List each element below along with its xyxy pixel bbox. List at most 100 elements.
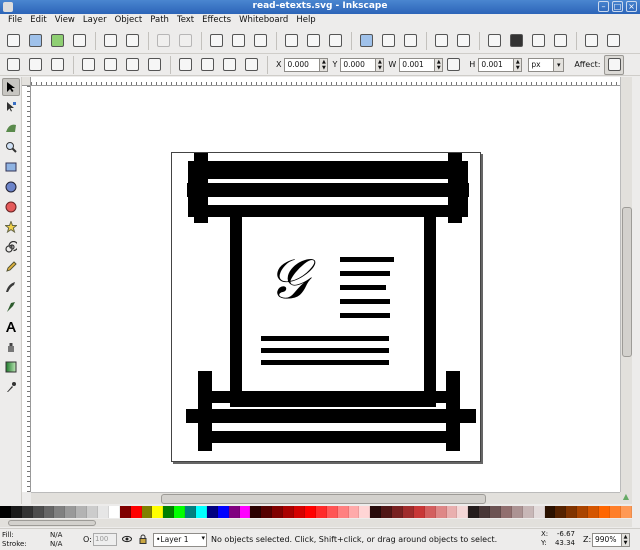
color-swatch[interactable] xyxy=(98,506,109,518)
ungroup-button[interactable] xyxy=(453,31,473,51)
color-swatch[interactable] xyxy=(348,506,360,518)
color-swatch[interactable] xyxy=(533,506,545,518)
color-swatch[interactable] xyxy=(239,506,251,518)
menu-layer[interactable]: Layer xyxy=(79,14,111,28)
color-swatch[interactable] xyxy=(130,506,142,518)
color-swatch[interactable] xyxy=(217,506,229,518)
text-font-button[interactable] xyxy=(506,31,526,51)
color-swatch[interactable] xyxy=(370,506,382,518)
h-input[interactable]: 0.001 xyxy=(478,57,515,72)
color-swatch[interactable] xyxy=(381,506,393,518)
menu-file[interactable]: File xyxy=(4,14,26,28)
document-properties-button[interactable] xyxy=(603,31,623,51)
horizontal-ruler[interactable] xyxy=(31,77,620,86)
color-swatch[interactable] xyxy=(87,506,99,518)
xml-editor-button[interactable] xyxy=(528,31,548,51)
color-swatch[interactable] xyxy=(392,506,403,518)
color-swatch[interactable] xyxy=(272,506,284,518)
dropper-tool[interactable] xyxy=(2,378,20,396)
eye-visibility-icon[interactable] xyxy=(122,534,132,544)
ellipse-tool[interactable] xyxy=(2,198,20,216)
color-swatch[interactable] xyxy=(413,506,425,518)
star-tool[interactable] xyxy=(2,218,20,236)
lock-icon[interactable] xyxy=(138,534,148,544)
close-button[interactable]: × xyxy=(626,1,637,12)
color-swatch[interactable] xyxy=(141,506,153,518)
color-swatch[interactable] xyxy=(511,506,523,518)
rotate-cw-button[interactable] xyxy=(100,55,120,75)
new-document-button[interactable] xyxy=(3,31,23,51)
color-swatch[interactable] xyxy=(206,506,218,518)
duplicate-button[interactable] xyxy=(356,31,376,51)
zoom-spinner[interactable]: ▲ ▼ xyxy=(622,533,630,547)
color-swatch[interactable] xyxy=(304,506,316,518)
menu-edit[interactable]: Edit xyxy=(26,14,50,28)
zoom-selection-button[interactable] xyxy=(281,31,301,51)
print-button[interactable] xyxy=(69,31,89,51)
menu-whiteboard[interactable]: Whiteboard xyxy=(235,14,292,28)
color-swatch[interactable] xyxy=(0,506,11,518)
calligraphy-tool[interactable] xyxy=(2,298,20,316)
etext-scroll-drawing[interactable]: 𝒢 xyxy=(172,153,482,463)
3d-box-tool[interactable] xyxy=(2,178,20,196)
save-button[interactable] xyxy=(47,31,67,51)
raise-top-button[interactable] xyxy=(241,55,261,75)
palette-scroll-thumb[interactable] xyxy=(8,520,96,526)
h-spinner[interactable]: ▲ ▼ xyxy=(514,57,523,72)
color-swatch[interactable] xyxy=(185,506,197,518)
fill-value[interactable]: N/A xyxy=(50,531,62,540)
flip-vertical-button[interactable] xyxy=(144,55,164,75)
zoom-input[interactable]: 990% xyxy=(592,533,622,547)
lock-proportions-button[interactable] xyxy=(443,55,463,75)
vertical-ruler[interactable] xyxy=(22,86,31,492)
color-swatch[interactable] xyxy=(555,506,567,518)
menu-view[interactable]: View xyxy=(51,14,79,28)
group-button[interactable] xyxy=(431,31,451,51)
w-input[interactable]: 0.001 xyxy=(399,57,436,72)
menu-object[interactable]: Object xyxy=(111,14,147,28)
document-page[interactable]: 𝒢 xyxy=(171,152,481,462)
text-tool[interactable] xyxy=(2,318,20,336)
deselect-button[interactable] xyxy=(47,55,67,75)
node-tool[interactable] xyxy=(2,98,20,116)
opacity-input[interactable]: 100 xyxy=(93,533,117,546)
color-swatch[interactable] xyxy=(174,506,186,518)
redo-button[interactable] xyxy=(175,31,195,51)
color-swatch[interactable] xyxy=(261,506,273,518)
spray-tool[interactable] xyxy=(2,338,20,356)
color-swatch[interactable] xyxy=(359,506,371,518)
cut-button[interactable] xyxy=(228,31,248,51)
select-all-button[interactable] xyxy=(3,55,23,75)
color-swatch[interactable] xyxy=(43,506,55,518)
zoom-tool[interactable] xyxy=(2,138,20,156)
horizontal-scroll-thumb[interactable] xyxy=(161,494,486,504)
align-distribute-button[interactable] xyxy=(550,31,570,51)
color-swatch[interactable] xyxy=(337,506,349,518)
rotate-ccw-button[interactable] xyxy=(78,55,98,75)
menu-effects[interactable]: Effects xyxy=(198,14,235,28)
color-swatch[interactable] xyxy=(315,506,327,518)
lower-bottom-button[interactable] xyxy=(175,55,195,75)
color-swatch[interactable] xyxy=(250,506,262,518)
color-swatch[interactable] xyxy=(609,506,621,518)
unit-select[interactable]: px xyxy=(528,57,555,72)
color-swatch[interactable] xyxy=(283,506,295,518)
color-swatch[interactable] xyxy=(424,506,436,518)
color-swatch[interactable] xyxy=(544,506,556,518)
undo-button[interactable] xyxy=(153,31,173,51)
color-swatch[interactable] xyxy=(490,506,501,518)
menu-help[interactable]: Help xyxy=(292,14,319,28)
fill-stroke-button[interactable] xyxy=(484,31,504,51)
open-button[interactable] xyxy=(25,31,45,51)
color-swatch[interactable] xyxy=(108,506,120,518)
color-swatch[interactable] xyxy=(446,506,458,518)
color-swatch[interactable] xyxy=(402,506,414,518)
selector-tool[interactable] xyxy=(2,78,20,96)
clone-button[interactable] xyxy=(378,31,398,51)
color-swatch[interactable] xyxy=(598,506,610,518)
color-swatch[interactable] xyxy=(76,506,88,518)
flip-horizontal-button[interactable] xyxy=(122,55,142,75)
color-swatch[interactable] xyxy=(468,506,480,518)
zoom-page-button[interactable] xyxy=(325,31,345,51)
layer-select[interactable]: •Layer 1 ▾ xyxy=(153,533,207,547)
